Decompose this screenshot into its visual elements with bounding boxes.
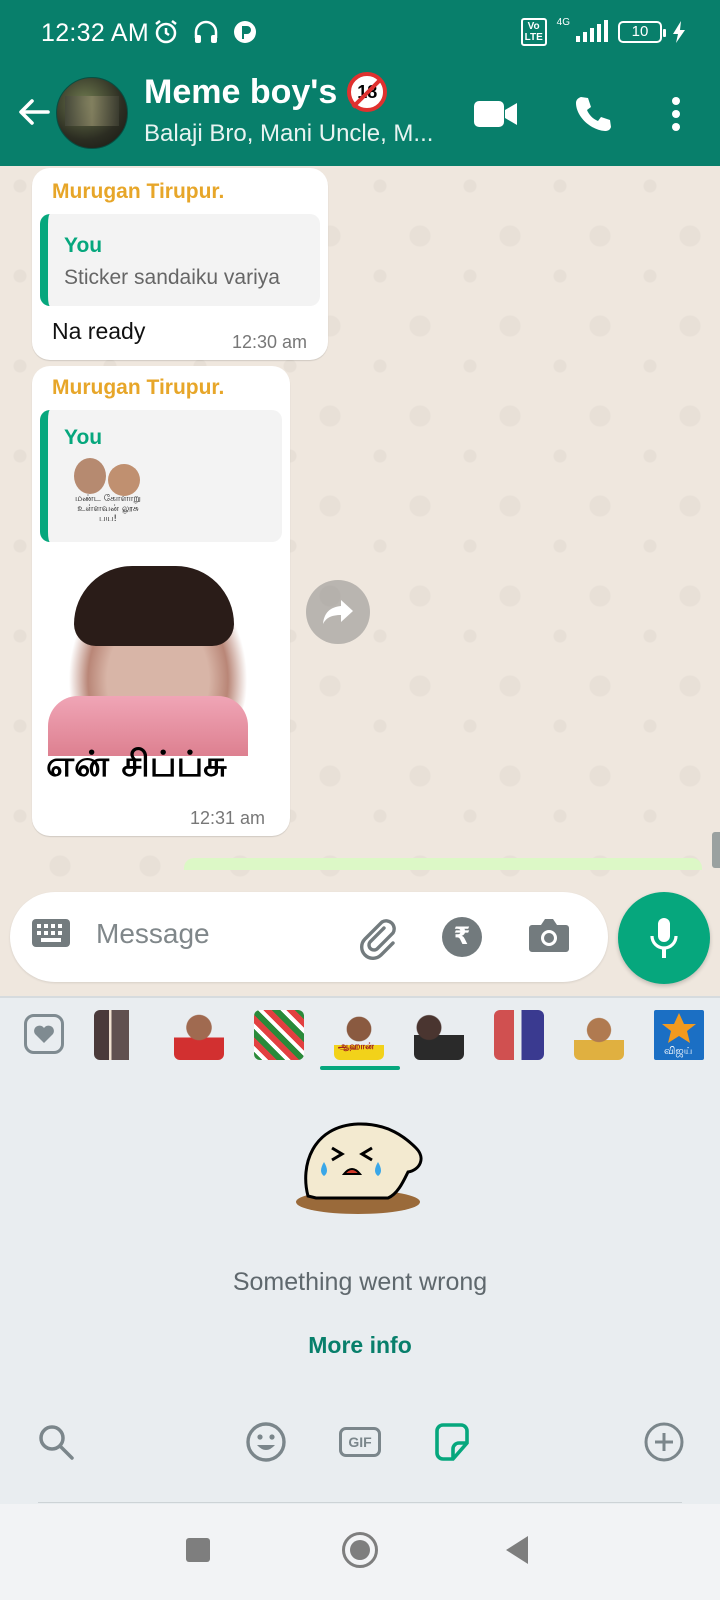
status-right-icons: Vo LTE 4G 10	[520, 16, 686, 46]
quoted-sticker: மண்ட கோளாறு உள்ளவன் லூசு பய!	[68, 456, 148, 528]
status-time: 12:32 AM	[41, 19, 150, 47]
sticker-pack-tabs: ஆஹான் விஜய்	[0, 1000, 720, 1070]
app-top-bar: 12:32 AM Vo LTE 4G 10 Meme boy's 18 Bala…	[0, 0, 720, 166]
message-input[interactable]: Message	[96, 918, 210, 950]
more-options-icon	[672, 97, 680, 131]
forward-icon	[323, 600, 353, 624]
search-icon	[39, 1425, 74, 1460]
chat-messages-area[interactable]: Murugan Tirupur. You Sticker sandaiku va…	[0, 166, 720, 880]
add-icon	[644, 1422, 684, 1462]
voice-message-button[interactable]	[618, 892, 710, 984]
more-info-link[interactable]: More info	[0, 1332, 720, 1359]
status-left-icons	[152, 18, 258, 46]
quoted-message[interactable]: You Sticker sandaiku variya	[40, 214, 320, 306]
scroll-indicator[interactable]	[712, 832, 720, 868]
quoted-author: You	[64, 426, 103, 449]
search-button[interactable]	[34, 1420, 78, 1464]
divider	[38, 1502, 682, 1503]
sticker-pack-tab[interactable]	[494, 1010, 544, 1060]
voice-call-button[interactable]	[568, 90, 616, 138]
attach-icon[interactable]	[354, 914, 400, 960]
system-navigation-bar	[0, 1504, 720, 1600]
star-logo-icon	[662, 1013, 696, 1043]
sticker-pack-tab[interactable]	[414, 1010, 464, 1060]
emoji-icon	[246, 1422, 286, 1462]
group-name: Meme boy's	[144, 72, 338, 111]
status-bar: 12:32 AM Vo LTE 4G 10	[0, 0, 720, 70]
message-composer: Message ₹	[10, 892, 608, 982]
video-call-button[interactable]	[472, 90, 520, 138]
sticker-pack-tab[interactable]	[254, 1010, 304, 1060]
sticker-person	[108, 464, 140, 496]
system-back-button[interactable]	[506, 1536, 528, 1564]
no-18-icon: 18	[347, 72, 388, 112]
add-sticker-button[interactable]	[642, 1420, 686, 1464]
sticker-pack-tab-active[interactable]: ஆஹான்	[334, 1010, 384, 1060]
heart-icon	[34, 1025, 54, 1043]
forward-button[interactable]	[306, 580, 370, 644]
quoted-sticker-text: மண்ட கோளாறு உள்ளவன் லூசு பய!	[75, 494, 141, 524]
sender-name: Murugan Tirupur.	[52, 376, 225, 399]
sticker-pack-tab[interactable]	[94, 1010, 144, 1060]
sticker-icon	[435, 1423, 469, 1461]
more-options-button[interactable]	[652, 90, 700, 138]
error-message: Something went wrong	[232, 1268, 488, 1296]
alarm-icon	[155, 20, 177, 44]
charging-icon	[673, 21, 685, 43]
home-button[interactable]	[342, 1532, 378, 1568]
video-call-icon	[474, 101, 517, 127]
payment-button[interactable]: ₹	[442, 917, 482, 957]
sticker-panel: ஆஹான் விஜய் Something went wrong More in…	[0, 996, 720, 1504]
recents-button[interactable]	[186, 1538, 210, 1562]
sticker-caption: என் சிப்ப்சு	[46, 744, 227, 785]
message-time: 12:31 am	[190, 808, 266, 828]
emoji-panel-tabs: GIF	[0, 1406, 720, 1504]
microphone-icon	[650, 918, 678, 958]
crying-sticker-icon	[296, 1122, 423, 1214]
divider	[0, 996, 720, 998]
sticker-pack-tab[interactable]	[574, 1010, 624, 1060]
active-tab-indicator	[320, 1066, 400, 1070]
outgoing-message-peek	[184, 858, 702, 870]
network-type: 4G	[556, 16, 570, 28]
sticker-pack-label: ஆஹான்	[338, 1042, 374, 1052]
message-bubble[interactable]: Murugan Tirupur. You Sticker sandaiku va…	[32, 168, 328, 360]
group-title[interactable]: Meme boy's 18	[144, 72, 388, 112]
voice-call-icon	[576, 97, 611, 131]
chat-header: Meme boy's 18 Balaji Bro, Mani Uncle, M.…	[0, 70, 720, 166]
app-notification-icon	[234, 21, 256, 43]
quoted-text: Sticker sandaiku variya	[64, 266, 280, 289]
sticker-pack-tab[interactable]: விஜய்	[654, 1010, 704, 1060]
favorites-tab[interactable]	[24, 1014, 64, 1054]
message-time: 12:30 am	[232, 332, 308, 352]
gif-icon: GIF	[339, 1427, 381, 1457]
sticker-image[interactable]	[34, 566, 274, 766]
group-avatar[interactable]	[56, 77, 128, 149]
back-arrow-icon[interactable]	[14, 92, 54, 132]
sticker-pack-label: விஜய்	[664, 1046, 693, 1057]
sticker-person	[74, 458, 106, 494]
camera-icon[interactable]	[528, 917, 570, 955]
keyboard-icon[interactable]	[32, 919, 70, 947]
sticker-hair	[74, 566, 234, 646]
sticker-pack-tab[interactable]	[174, 1010, 224, 1060]
group-members[interactable]: Balaji Bro, Mani Uncle, M...	[144, 120, 433, 148]
message-text: Na ready	[52, 318, 146, 344]
gif-tab[interactable]: GIF	[338, 1420, 382, 1464]
volte-icon: Vo LTE	[520, 18, 547, 46]
sticker-tab[interactable]	[430, 1420, 474, 1464]
signal-icon	[576, 20, 608, 42]
headphones-icon	[194, 20, 218, 43]
battery-icon: 10	[618, 21, 666, 43]
emoji-tab[interactable]	[244, 1420, 288, 1464]
quoted-author: You	[64, 234, 103, 257]
sender-name: Murugan Tirupur.	[52, 180, 225, 203]
